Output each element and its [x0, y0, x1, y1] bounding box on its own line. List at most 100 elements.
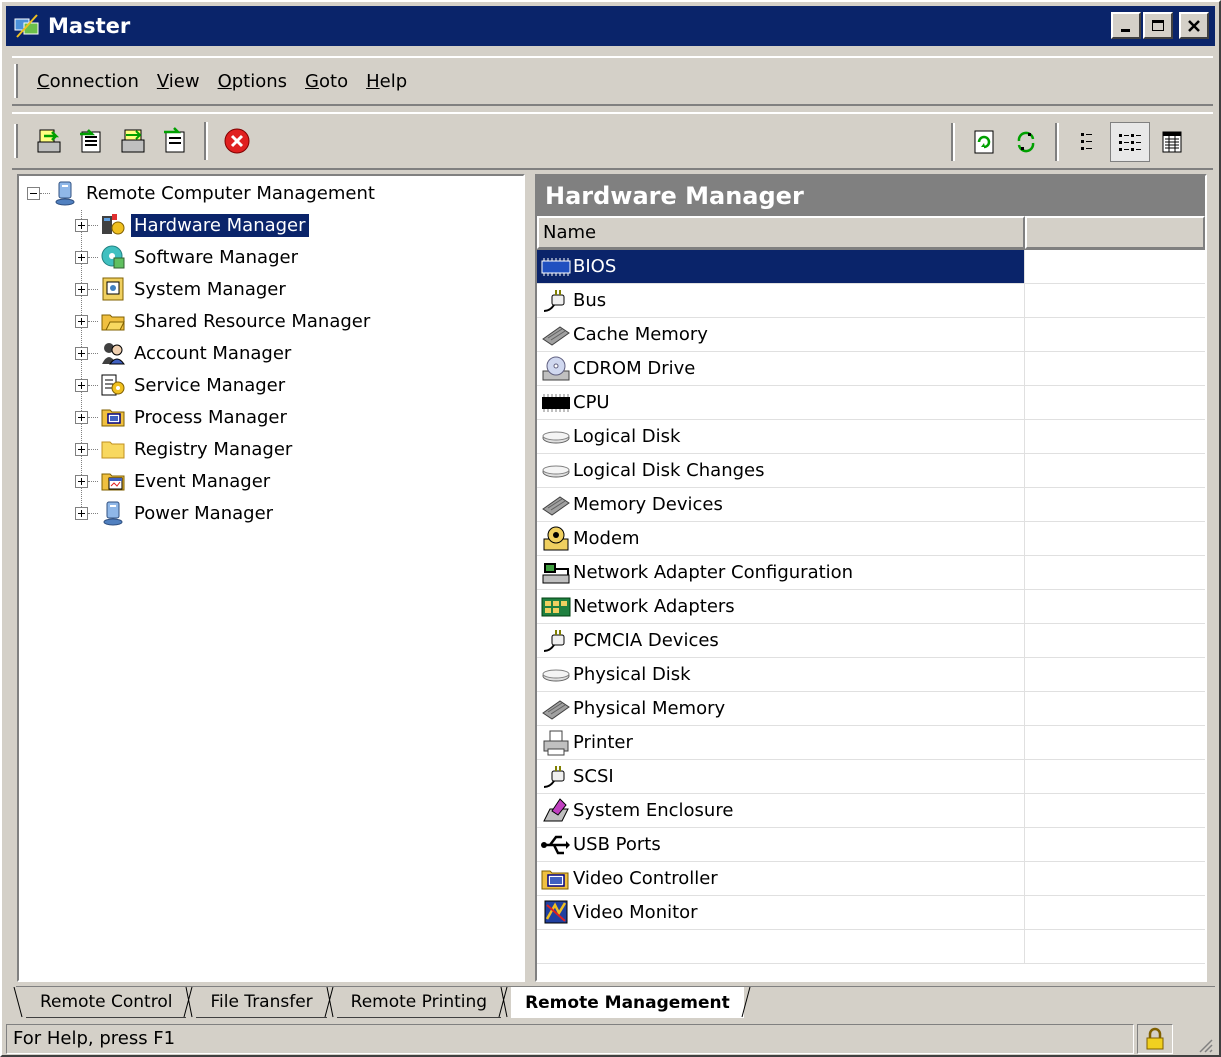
list-view-icon — [1081, 133, 1092, 150]
connect-button[interactable] — [29, 121, 69, 161]
list-item-label: CPU — [573, 392, 610, 413]
list-item-video-controller[interactable]: Video Controller — [537, 862, 1205, 896]
tree-item-event-manager[interactable]: Event Manager — [75, 466, 273, 496]
stop-icon — [224, 128, 250, 154]
tree-item-system-manager[interactable]: System Manager — [75, 274, 289, 304]
menu-options[interactable]: Options — [209, 71, 296, 92]
list-item-modem[interactable]: Modem — [537, 522, 1205, 556]
tree-item-hardware-manager[interactable]: Hardware Manager — [75, 210, 309, 240]
close-button[interactable] — [1179, 12, 1209, 39]
stop-button[interactable] — [217, 121, 257, 161]
collapse-toggle[interactable] — [27, 186, 40, 200]
properties-button[interactable] — [155, 121, 195, 161]
list-item-pcmcia-devices[interactable]: PCMCIA Devices — [537, 624, 1205, 658]
list-item-video-monitor[interactable]: Video Monitor — [537, 896, 1205, 930]
cpu-chip-icon — [540, 389, 572, 417]
tree-item-label: System Manager — [134, 278, 286, 300]
list-item-physical-memory[interactable]: Physical Memory — [537, 692, 1205, 726]
event-manager-icon — [100, 468, 126, 494]
maximize-button[interactable] — [1143, 12, 1173, 39]
memory-module-icon — [540, 491, 572, 519]
expand-toggle[interactable] — [75, 378, 88, 392]
tree-item-label: Shared Resource Manager — [134, 310, 371, 332]
list-item-usb-ports[interactable]: USB Ports — [537, 828, 1205, 862]
tab-remote-management[interactable]: Remote Management — [511, 987, 744, 1018]
tree-item-registry-manager[interactable]: Registry Manager — [75, 434, 295, 464]
list-item-memory-devices[interactable]: Memory Devices — [537, 488, 1205, 522]
tab-file-transfer[interactable]: File Transfer — [196, 987, 327, 1018]
tab-remote-control[interactable]: Remote Control — [26, 987, 187, 1018]
app-icon — [12, 11, 42, 41]
tree-item-label: Process Manager — [134, 406, 287, 428]
list-item-label: Video Controller — [573, 868, 718, 889]
system-manager-icon — [100, 276, 126, 302]
list-item-cdrom-drive[interactable]: CDROM Drive — [537, 352, 1205, 386]
registry-manager-icon — [100, 436, 126, 462]
cdrom-icon — [540, 355, 572, 383]
list-empty-row — [537, 930, 1205, 964]
tree-item-software-manager[interactable]: Software Manager — [75, 242, 301, 272]
title-bar[interactable]: Master — [6, 6, 1215, 46]
tree-item-account-manager[interactable]: Account Manager — [75, 338, 294, 368]
connect-icon — [37, 129, 61, 153]
refresh-button[interactable] — [964, 122, 1004, 162]
expand-toggle[interactable] — [75, 314, 88, 328]
expand-toggle[interactable] — [75, 410, 88, 424]
column-header-name[interactable]: Name — [537, 216, 1025, 249]
tree-item-power-manager[interactable]: Power Manager — [75, 498, 276, 528]
list-item-network-adapters[interactable]: Network Adapters — [537, 590, 1205, 624]
list-item-bus[interactable]: Bus — [537, 284, 1205, 318]
minimize-button[interactable] — [1111, 12, 1141, 39]
tree-item-service-manager[interactable]: Service Manager — [75, 370, 288, 400]
disk-icon — [540, 457, 572, 485]
lock-icon — [1137, 1023, 1173, 1054]
list-item-network-adapter-configuration[interactable]: Network Adapter Configuration — [537, 556, 1205, 590]
menu-view[interactable]: View — [148, 71, 209, 92]
navigation-tree[interactable]: Remote Computer Management Hardware Mana… — [17, 174, 525, 982]
list-item-label: PCMCIA Devices — [573, 630, 719, 651]
disconnect-button[interactable] — [71, 121, 111, 161]
expand-toggle[interactable] — [75, 506, 88, 520]
toolbar-separator — [204, 122, 208, 160]
expand-toggle[interactable] — [75, 346, 88, 360]
list-item-scsi[interactable]: SCSI — [537, 760, 1205, 794]
network-adapter-icon — [540, 593, 572, 621]
list-item-label: USB Ports — [573, 834, 661, 855]
resize-grip-icon[interactable] — [1197, 1037, 1213, 1053]
tree-root[interactable]: Remote Computer Management — [27, 178, 378, 208]
expand-toggle[interactable] — [75, 474, 88, 488]
tree-item-process-manager[interactable]: Process Manager — [75, 402, 290, 432]
list-item-label: BIOS — [572, 255, 618, 278]
expand-toggle[interactable] — [75, 282, 88, 296]
expand-toggle[interactable] — [75, 250, 88, 264]
list-view-button[interactable] — [1068, 122, 1108, 162]
connect-all-button[interactable] — [113, 121, 153, 161]
list-item-label: CDROM Drive — [573, 358, 696, 379]
tab-remote-printing[interactable]: Remote Printing — [336, 987, 502, 1018]
menu-connection[interactable]: Connection — [28, 71, 148, 92]
toolbar-separator — [951, 123, 955, 161]
list-item-logical-disk-changes[interactable]: Logical Disk Changes — [537, 454, 1205, 488]
disk-icon — [540, 423, 572, 451]
list-item-system-enclosure[interactable]: System Enclosure — [537, 794, 1205, 828]
menu-help[interactable]: Help — [357, 71, 416, 92]
list-item-printer[interactable]: Printer — [537, 726, 1205, 760]
toolbar-grip[interactable] — [14, 124, 18, 158]
report-view-button[interactable] — [1152, 122, 1192, 162]
list-item-logical-disk[interactable]: Logical Disk — [537, 420, 1205, 454]
tree-item-shared-resource-manager[interactable]: Shared Resource Manager — [75, 306, 373, 336]
expand-toggle[interactable] — [75, 218, 88, 232]
list-item-cache-memory[interactable]: Cache Memory — [537, 318, 1205, 352]
column-header-empty[interactable] — [1025, 216, 1205, 249]
expand-toggle[interactable] — [75, 442, 88, 456]
refresh-all-button[interactable] — [1006, 122, 1046, 162]
properties-icon — [164, 127, 185, 153]
service-manager-icon — [100, 372, 126, 398]
menu-goto[interactable]: Goto — [296, 71, 357, 92]
list-item-bios[interactable]: BIOS — [537, 250, 1205, 284]
status-text: For Help, press F1 — [6, 1023, 1134, 1054]
list-item-cpu[interactable]: CPU — [537, 386, 1205, 420]
details-view-button[interactable] — [1110, 122, 1150, 162]
list-item-physical-disk[interactable]: Physical Disk — [537, 658, 1205, 692]
menubar-grip[interactable] — [14, 64, 18, 98]
